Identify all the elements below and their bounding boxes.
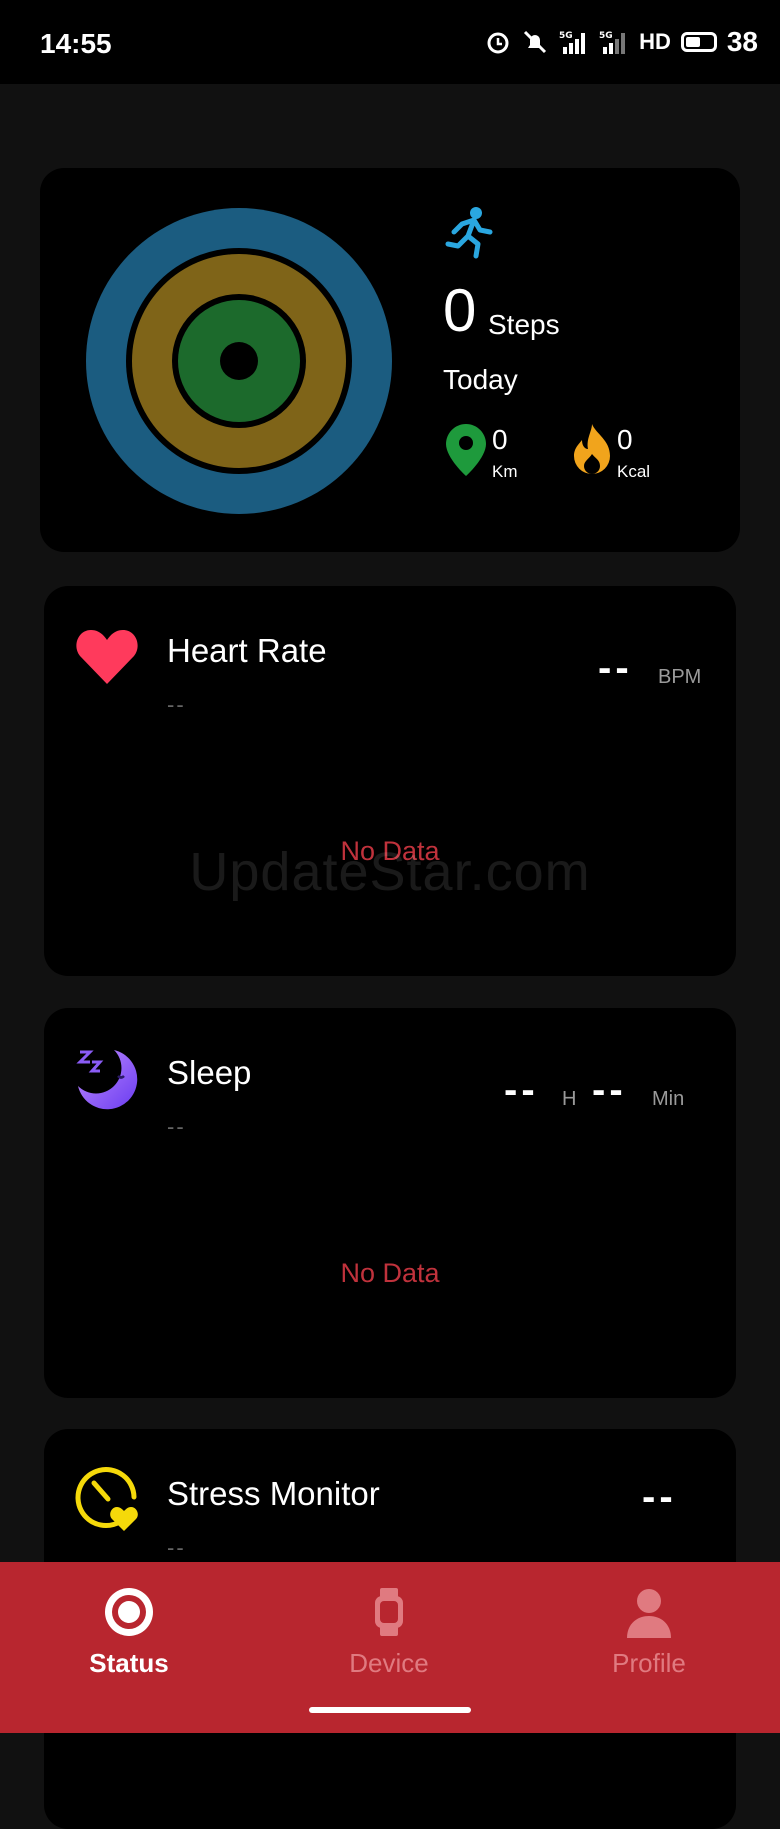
nav-profile[interactable]: Profile xyxy=(549,1584,749,1679)
home-indicator[interactable] xyxy=(309,1707,471,1713)
heart-rate-card[interactable]: Heart Rate -- -- BPM No Data UpdateStar.… xyxy=(44,586,736,976)
network-label-1: 5G xyxy=(559,31,573,41)
distance-unit: Km xyxy=(492,462,518,481)
calories-stat: 0 Kcal xyxy=(571,424,650,481)
sleep-no-data: No Data xyxy=(340,1258,440,1288)
signal-5g-icon-2: 5G xyxy=(599,29,629,55)
battery-level: 38 xyxy=(726,26,758,57)
activity-card[interactable]: 0 Steps Today 0 Km 0 Kcal xyxy=(40,168,740,552)
stress-subtitle: -- xyxy=(167,1535,186,1560)
flame-icon xyxy=(574,424,610,474)
heart-rate-title: Heart Rate xyxy=(167,632,327,669)
distance-stat: 0 Km xyxy=(446,424,518,481)
period-label: Today xyxy=(443,364,518,395)
status-icons: 5G 5G HD 38 xyxy=(485,26,758,58)
stress-gauge-icon xyxy=(75,1467,138,1531)
sleep-subtitle: -- xyxy=(167,1114,186,1139)
nav-device-label: Device xyxy=(349,1648,429,1678)
profile-icon xyxy=(627,1589,671,1638)
activity-rings xyxy=(86,208,392,514)
status-ring-icon xyxy=(105,1588,153,1636)
stress-value: -- xyxy=(642,1475,677,1519)
sleep-hours-unit: H xyxy=(562,1088,577,1110)
steps-value: 0 xyxy=(443,277,477,344)
sleep-minutes-value: -- xyxy=(592,1068,627,1112)
heart-rate-unit: BPM xyxy=(658,666,702,688)
location-pin-icon xyxy=(446,424,486,476)
sleep-moon-icon xyxy=(76,1050,138,1110)
calories-value: 0 xyxy=(617,424,633,455)
calories-unit: Kcal xyxy=(617,462,651,481)
distance-value: 0 xyxy=(492,424,508,455)
alarm-icon xyxy=(485,29,511,55)
stress-title: Stress Monitor xyxy=(167,1475,380,1512)
nav-status[interactable]: Status xyxy=(29,1584,229,1679)
nav-device[interactable]: Device xyxy=(289,1584,489,1679)
sleep-minutes-unit: Min xyxy=(652,1088,685,1110)
mute-bell-icon xyxy=(521,28,549,56)
running-icon xyxy=(440,204,496,265)
heart-rate-subtitle: -- xyxy=(167,692,186,717)
status-time: 14:55 xyxy=(40,28,112,59)
heart-icon xyxy=(76,630,138,684)
status-bar: 14:55 5G 5G HD 38 xyxy=(0,0,780,84)
hd-icon: HD xyxy=(639,29,671,54)
nav-status-label: Status xyxy=(89,1648,169,1678)
sleep-title: Sleep xyxy=(167,1054,252,1091)
sleep-hours-value: -- xyxy=(504,1068,539,1112)
signal-5g-icon-1: 5G xyxy=(559,29,589,55)
watermark: UpdateStar.com xyxy=(189,842,591,902)
network-label-2: 5G xyxy=(599,31,613,41)
heart-rate-value: -- xyxy=(598,646,633,690)
nav-profile-label: Profile xyxy=(612,1648,686,1678)
steps-unit: Steps xyxy=(488,309,560,340)
sleep-card[interactable]: Sleep -- -- H -- Min No Data xyxy=(44,1008,736,1398)
battery-icon xyxy=(680,32,717,52)
watch-icon xyxy=(375,1588,403,1636)
bottom-nav: Status Device Profile xyxy=(0,1562,780,1733)
